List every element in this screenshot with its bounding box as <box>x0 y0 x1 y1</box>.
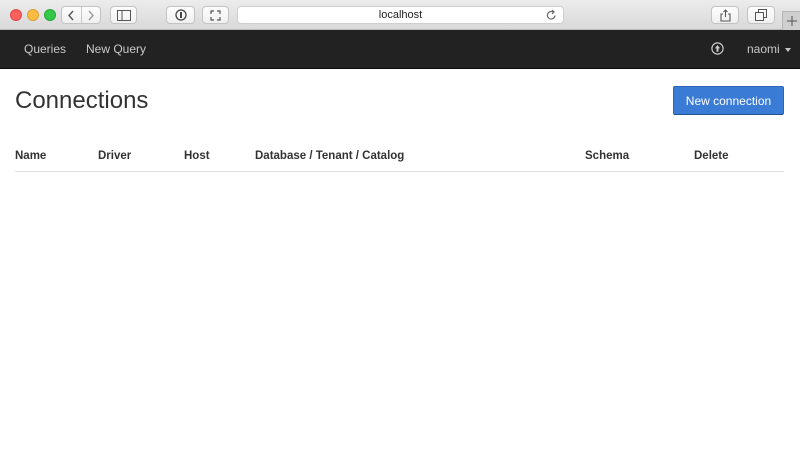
expand-icon <box>210 9 221 21</box>
window-close-button[interactable] <box>10 9 22 21</box>
new-connection-button[interactable]: New connection <box>673 86 784 115</box>
window-minimize-button[interactable] <box>27 9 39 21</box>
table-header-row: Name Driver Host Database / Tenant / Cat… <box>15 141 784 172</box>
share-button[interactable] <box>711 6 739 24</box>
caret-down-icon <box>784 47 791 52</box>
back-button[interactable] <box>62 7 81 23</box>
user-name: naomi <box>747 42 780 56</box>
password-manager-button[interactable] <box>166 6 195 24</box>
reload-icon[interactable] <box>546 9 557 21</box>
column-header-delete: Delete <box>694 141 784 172</box>
share-icon <box>719 8 731 22</box>
user-menu[interactable]: naomi <box>747 30 791 68</box>
history-nav-group <box>61 6 101 24</box>
chevron-right-icon <box>88 10 94 20</box>
address-bar[interactable]: localhost <box>237 6 564 24</box>
column-header-host: Host <box>184 141 255 172</box>
upload-icon[interactable] <box>711 42 724 55</box>
tab-overview-button[interactable] <box>747 6 775 24</box>
sidebar-icon <box>116 9 131 21</box>
new-tab-button[interactable] <box>782 11 800 30</box>
tabs-icon <box>755 9 767 21</box>
nav-queries-link[interactable]: Queries <box>24 30 66 68</box>
column-header-driver: Driver <box>98 141 184 172</box>
column-header-name: Name <box>15 141 98 172</box>
plus-icon <box>786 16 797 26</box>
column-header-schema: Schema <box>585 141 694 172</box>
page-title: Connections <box>15 87 149 114</box>
connections-table: Name Driver Host Database / Tenant / Cat… <box>15 141 784 172</box>
chevron-left-icon <box>68 10 75 20</box>
key-circle-icon <box>174 9 187 21</box>
fullscreen-button[interactable] <box>202 6 229 24</box>
nav-new-query-link[interactable]: New Query <box>86 30 146 68</box>
browser-toolbar: localhost <box>0 0 800 30</box>
sidebar-toggle-button[interactable] <box>110 6 137 24</box>
app-navbar: Queries New Query naomi <box>0 30 800 69</box>
address-text: localhost <box>378 9 423 21</box>
window-zoom-button[interactable] <box>44 9 56 21</box>
forward-button[interactable] <box>80 7 100 23</box>
column-header-database: Database / Tenant / Catalog <box>255 141 585 172</box>
